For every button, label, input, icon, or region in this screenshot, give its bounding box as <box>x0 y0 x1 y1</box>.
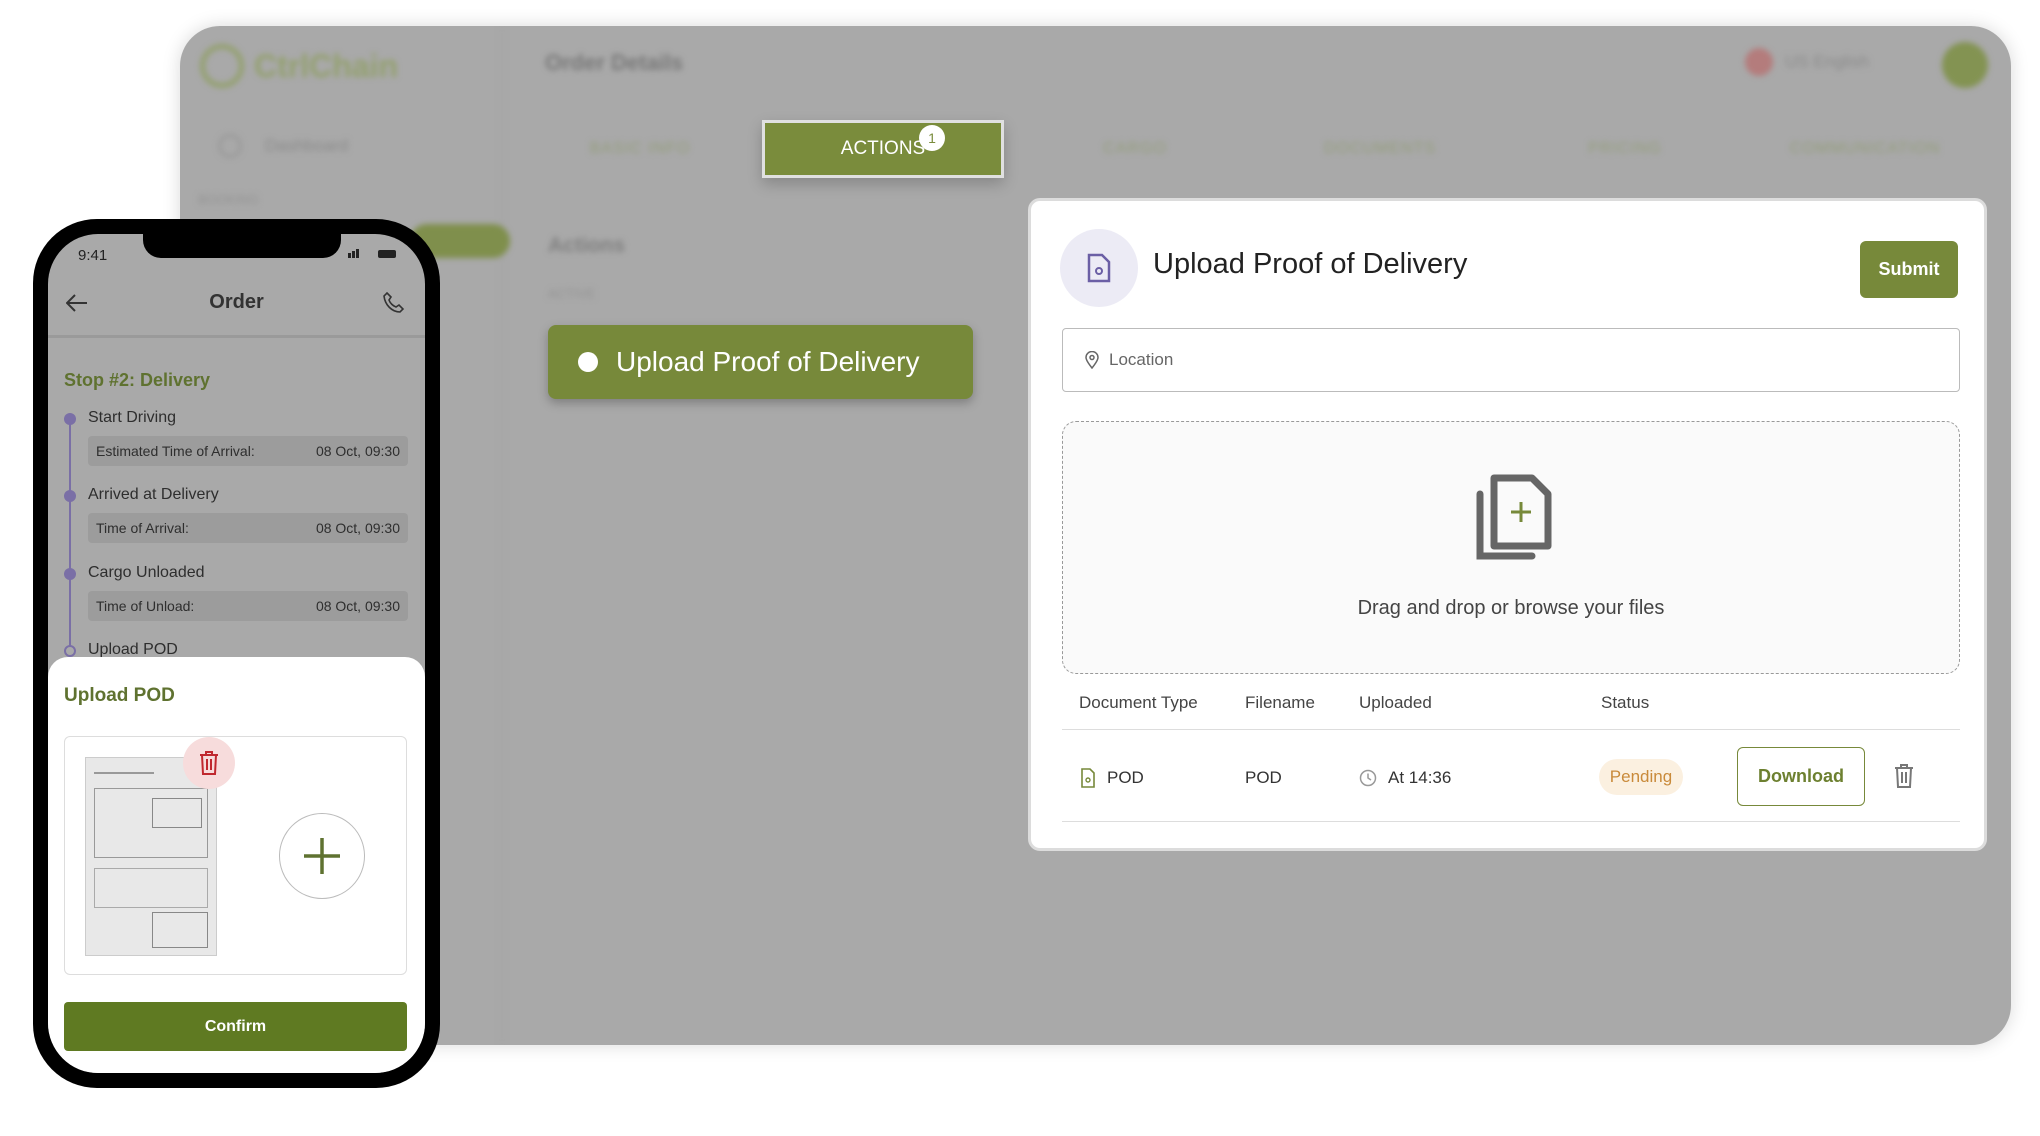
submit-button[interactable]: Submit <box>1860 241 1958 298</box>
tab-actions[interactable]: ACTIONS 1 <box>762 120 1004 178</box>
language-select[interactable]: US English <box>1785 52 1869 72</box>
actions-section: ACTIVE <box>548 286 595 301</box>
status-badge: Pending <box>1599 759 1683 795</box>
location-input[interactable]: Location <box>1062 328 1960 392</box>
avatar[interactable] <box>1942 42 1988 88</box>
filename: POD <box>1245 768 1282 787</box>
dashboard-icon <box>218 134 242 158</box>
plus-icon <box>304 838 340 874</box>
file-icon <box>1081 768 1095 788</box>
tab-basic-info[interactable]: BASIC INFO <box>525 120 755 178</box>
uploaded-time: At 14:36 <box>1388 768 1452 787</box>
upload-proof-action-button[interactable]: Upload Proof of Delivery <box>548 325 973 399</box>
timeline-item: Cargo Unloaded <box>88 564 205 581</box>
timeline-detail: Time of Unload: 08 Oct, 09:30 <box>88 591 408 621</box>
download-button[interactable]: Download <box>1737 747 1865 806</box>
tab-documents[interactable]: DOCUMENTS <box>1265 120 1495 178</box>
photo-area <box>64 736 407 975</box>
phone-call-icon[interactable] <box>383 292 405 314</box>
add-photo-button[interactable] <box>279 813 365 899</box>
clock-icon <box>1359 769 1377 787</box>
phone-mockup: 9:41 Order Stop #2: Delivery Start Drivi… <box>33 219 440 1088</box>
page-title: Order Details <box>545 50 684 75</box>
tab-label: ACTIONS <box>840 138 926 159</box>
tab-cargo[interactable]: CARGO <box>1020 120 1250 178</box>
phone-title: Order <box>209 291 264 313</box>
flag-icon <box>1745 48 1773 76</box>
pod-thumbnail[interactable] <box>85 757 217 956</box>
upload-pod-sheet: Upload POD Confirm <box>48 657 425 1073</box>
confirm-button[interactable]: Confirm <box>64 1002 407 1051</box>
add-file-icon <box>1476 474 1552 560</box>
file-dropzone[interactable]: Drag and drop or browse your files <box>1062 421 1960 674</box>
timeline-item: Arrived at Delivery <box>88 486 219 503</box>
sidebar-item-dashboard[interactable]: Dashboard <box>265 136 348 156</box>
delete-photo-button[interactable] <box>183 737 235 789</box>
tab-pricing[interactable]: PRICING <box>1510 120 1740 178</box>
location-placeholder: Location <box>1109 350 1174 369</box>
dropzone-text: Drag and drop or browse your files <box>1357 597 1665 619</box>
document-type: POD <box>1107 768 1144 787</box>
tab-badge: 1 <box>919 125 945 151</box>
actions-heading: Actions <box>548 234 626 257</box>
column-header: Filename <box>1245 693 1315 712</box>
location-pin-icon <box>1085 351 1099 369</box>
signal-battery-icon <box>348 249 398 259</box>
column-header: Document Type <box>1079 693 1198 712</box>
sheet-title: Upload POD <box>64 685 175 706</box>
stop-title: Stop #2: Delivery <box>64 370 211 390</box>
timeline-item: Start Driving <box>88 409 177 426</box>
notch <box>143 234 341 258</box>
trash-icon[interactable] <box>1894 763 1914 789</box>
document-icon <box>1060 229 1138 307</box>
column-header: Status <box>1601 693 1650 712</box>
column-header: Uploaded <box>1359 693 1432 712</box>
timeline-detail: Time of Arrival: 08 Oct, 09:30 <box>88 513 408 543</box>
trash-icon <box>200 751 218 775</box>
tab-communication[interactable]: COMMUNICATION <box>1750 120 1980 178</box>
sidebar-section: BOOKING <box>198 192 259 207</box>
brand: CtrlChain <box>254 48 398 84</box>
phone-screen: 9:41 Order Stop #2: Delivery Start Drivi… <box>48 234 425 1073</box>
status-time: 9:41 <box>78 247 108 264</box>
action-label: Upload Proof of Delivery <box>616 346 920 377</box>
upload-pod-modal: Upload Proof of Delivery Submit Location… <box>1028 198 1987 851</box>
radio-icon <box>578 352 598 372</box>
logo-icon <box>200 44 244 88</box>
modal-title: Upload Proof of Delivery <box>1153 248 1468 280</box>
timeline-detail: Estimated Time of Arrival: 08 Oct, 09:30 <box>88 436 408 466</box>
